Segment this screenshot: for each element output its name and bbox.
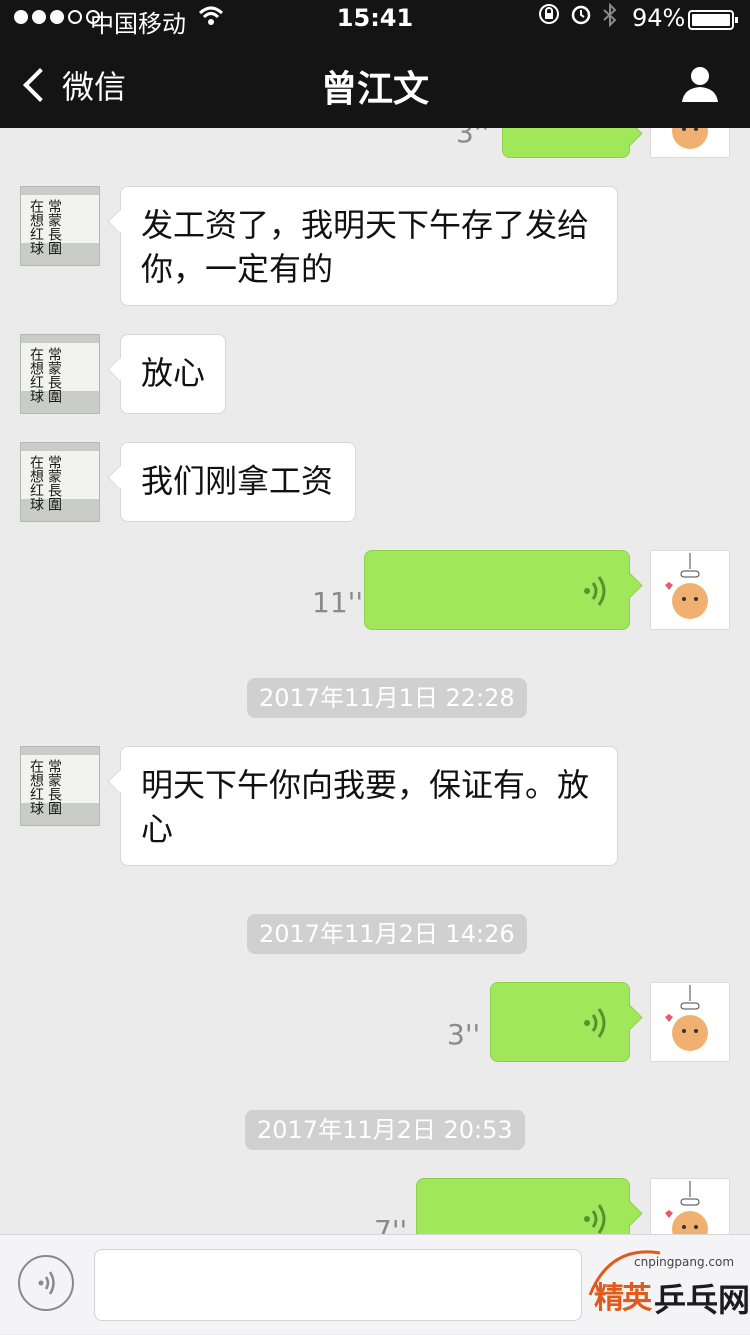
voice-duration: 7'': [374, 1214, 408, 1234]
text-message-bubble[interactable]: 发工资了，我明天下午存了发给你，一定有的: [120, 186, 618, 306]
top-bar: 中国移动 15:41 94% 微信 曾江文: [0, 0, 750, 128]
voice-message-bubble[interactable]: [490, 982, 630, 1062]
watermark-brand-right: 乒乓网: [654, 1281, 750, 1319]
voice-wave-icon: [38, 1271, 55, 1295]
voice-wave-icon: [584, 576, 606, 606]
voice-message-bubble[interactable]: [502, 128, 630, 158]
voice-message-bubble[interactable]: [416, 1178, 630, 1234]
voice-input-button[interactable]: [18, 1255, 74, 1311]
voice-wave-icon: [584, 1008, 606, 1038]
contact-avatar[interactable]: 常蒙長圍在想红球: [20, 746, 100, 826]
rotation-lock-icon: [538, 3, 560, 33]
contact-avatar[interactable]: 常蒙長圍在想红球: [20, 334, 100, 414]
text-message-bubble[interactable]: 明天下午你向我要，保证有。放心: [120, 746, 618, 866]
bluetooth-icon: [602, 2, 618, 33]
watermark-logo: cnpingpang.com 精英 乒乓网: [580, 1235, 750, 1335]
avatar-calligraphy: 常蒙長圍在想红球: [28, 759, 62, 815]
avatar-calligraphy: 常蒙長圍在想红球: [28, 347, 62, 403]
contact-avatar[interactable]: 常蒙長圍在想红球: [20, 186, 100, 266]
text-message-bubble[interactable]: 放心: [120, 334, 226, 414]
watermark-brand-left: 精英: [594, 1281, 652, 1316]
battery-icon: [688, 10, 738, 30]
voice-wave-icon: [584, 1204, 606, 1234]
timestamp-divider: 2017年11月2日 14:26: [247, 914, 527, 954]
contact-avatar[interactable]: 常蒙長圍在想红球: [20, 442, 100, 522]
my-avatar[interactable]: [650, 982, 730, 1062]
status-bar: 中国移动 15:41 94%: [0, 0, 750, 40]
message-input[interactable]: [94, 1249, 582, 1321]
chat-title: 曾江文: [320, 69, 429, 110]
watermark-domain: cnpingpang.com: [634, 1255, 735, 1269]
battery-percentage: 94%: [632, 4, 686, 32]
avatar-calligraphy: 常蒙長圍在想红球: [28, 199, 62, 255]
voice-message-bubble[interactable]: [364, 550, 630, 630]
text-message-bubble[interactable]: 我们刚拿工资: [120, 442, 356, 522]
chat-area[interactable]: 3'' 常蒙長圍在想红球 发工资了，我明天下午存了发给你，一定有的 常蒙長圍在想…: [0, 128, 750, 1234]
profile-icon[interactable]: [680, 64, 720, 104]
my-avatar[interactable]: [650, 1178, 730, 1234]
input-bar: cnpingpang.com 精英 乒乓网: [0, 1234, 750, 1334]
voice-duration: 11'': [312, 586, 364, 619]
timestamp-divider: 2017年11月1日 22:28: [247, 678, 527, 718]
avatar-calligraphy: 常蒙長圍在想红球: [28, 455, 62, 511]
timestamp-divider: 2017年11月2日 20:53: [245, 1110, 525, 1150]
my-avatar[interactable]: [650, 128, 730, 158]
alarm-icon: [570, 3, 592, 33]
my-avatar[interactable]: [650, 550, 730, 630]
voice-duration: 3'': [447, 1018, 481, 1051]
voice-duration: 3'': [456, 128, 490, 149]
